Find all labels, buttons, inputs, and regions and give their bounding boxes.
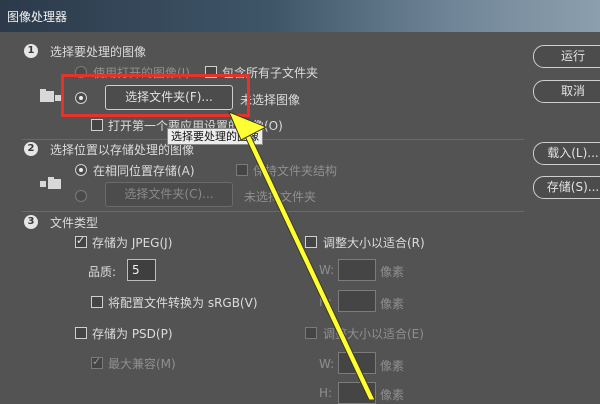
annotation-arrow-icon <box>228 111 376 400</box>
arrow-head <box>228 111 268 141</box>
arrow-shaft <box>241 127 376 400</box>
